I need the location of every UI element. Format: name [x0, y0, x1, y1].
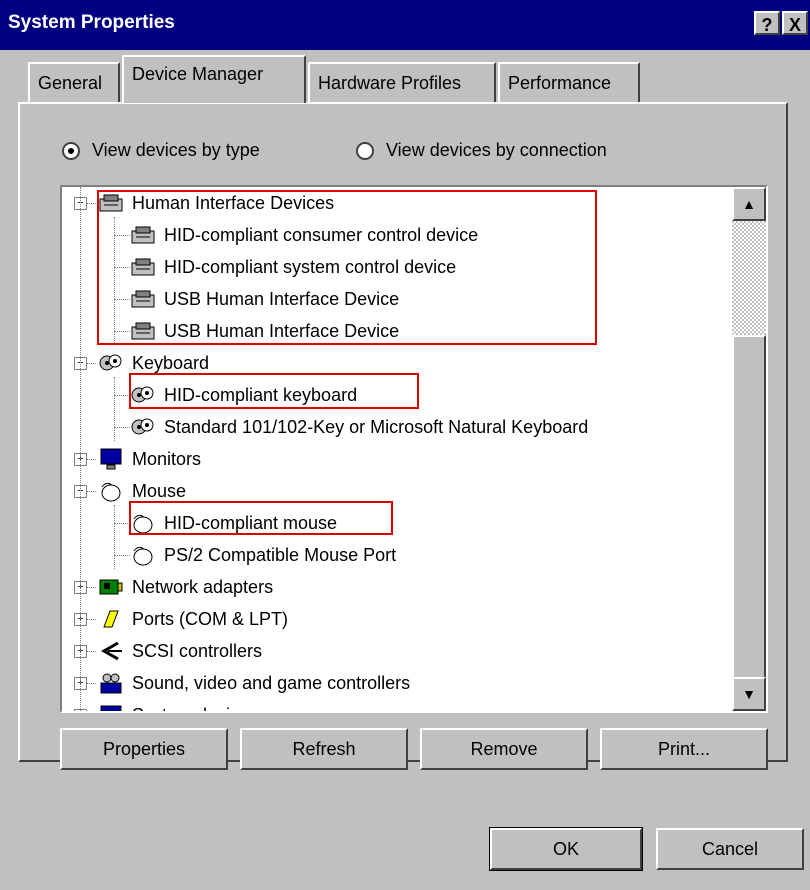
tree-item-label: System devices: [132, 705, 258, 712]
vertical-scrollbar[interactable]: ▲ ▼: [732, 187, 766, 711]
tree-connector: [114, 555, 130, 556]
tree-device[interactable]: Standard 101/102-Key or Microsoft Natura…: [130, 411, 588, 443]
monitor-icon: [98, 447, 124, 471]
port-icon: [98, 607, 124, 631]
tree-category[interactable]: SCSI controllers: [98, 635, 262, 667]
view-by-type-radio[interactable]: View devices by type: [62, 140, 260, 161]
window-title: System Properties: [8, 12, 175, 33]
title-bar: System Properties ? X: [0, 0, 810, 50]
tab-hardware-profiles[interactable]: Hardware Profiles: [308, 62, 496, 102]
tree-item-label: Mouse: [132, 480, 187, 501]
scroll-down-button[interactable]: ▼: [732, 677, 766, 711]
remove-button[interactable]: Remove: [420, 728, 588, 770]
tree-connector: [114, 427, 130, 428]
ok-button[interactable]: OK: [489, 827, 643, 871]
print-button[interactable]: Print...: [600, 728, 768, 770]
highlight-box-mouse: [129, 501, 393, 535]
scroll-up-button[interactable]: ▲: [732, 187, 766, 221]
tree-item-label: Keyboard: [132, 352, 210, 373]
tree-category[interactable]: Ports (COM & LPT): [98, 603, 288, 635]
view-by-connection-label: View devices by connection: [386, 140, 607, 160]
close-button[interactable]: X: [782, 11, 808, 35]
tab-general[interactable]: General: [28, 62, 120, 102]
sound-icon: [98, 671, 124, 695]
help-button[interactable]: ?: [754, 11, 780, 35]
tree-category[interactable]: Network adapters: [98, 571, 273, 603]
tree-item-label: Standard 101/102-Key or Microsoft Natura…: [164, 416, 589, 437]
keyboard-icon: [98, 351, 124, 375]
tree-device[interactable]: PS/2 Compatible Mouse Port: [130, 539, 396, 571]
radio-unselected-icon: [356, 141, 374, 160]
tree-item-label: Monitors: [132, 448, 202, 469]
tree-item-label: Network adapters: [132, 576, 274, 597]
highlight-box-hid: [97, 190, 597, 345]
scroll-thumb[interactable]: [732, 335, 766, 711]
radio-selected-icon: [62, 141, 80, 160]
refresh-button[interactable]: Refresh: [240, 728, 408, 770]
tree-category[interactable]: Monitors: [98, 443, 201, 475]
system-icon: [98, 703, 124, 711]
tree-connector: [114, 523, 130, 524]
tree-category[interactable]: Sound, video and game controllers: [98, 667, 410, 699]
tab-device-manager[interactable]: Device Manager: [122, 55, 306, 103]
tree-item-label: SCSI controllers: [132, 640, 263, 661]
tree-item-label: PS/2 Compatible Mouse Port: [164, 544, 397, 565]
tree-trunk-line: [80, 187, 81, 711]
mouse-icon: [98, 479, 124, 503]
view-by-type-label: View devices by type: [92, 140, 260, 160]
scsi-icon: [98, 639, 124, 663]
properties-button[interactable]: Properties: [60, 728, 228, 770]
network-adapter-icon: [98, 575, 124, 599]
tree-category[interactable]: System devices: [98, 699, 258, 712]
cancel-button[interactable]: Cancel: [656, 828, 804, 870]
tree-connector: [114, 395, 130, 396]
highlight-box-keyboard: [129, 373, 419, 409]
mouse-icon: [130, 543, 156, 567]
tree-item-label: Sound, video and game controllers: [132, 672, 411, 693]
tree-item-label: Ports (COM & LPT): [132, 608, 289, 629]
device-tree[interactable]: − Human Interface Devices HID-compliant co…: [60, 185, 768, 713]
keyboard-icon: [130, 415, 156, 439]
tab-performance[interactable]: Performance: [498, 62, 640, 102]
tree-trunk-line: [114, 377, 115, 441]
tree-trunk-line: [114, 505, 115, 569]
view-by-connection-radio[interactable]: View devices by connection: [356, 140, 607, 161]
